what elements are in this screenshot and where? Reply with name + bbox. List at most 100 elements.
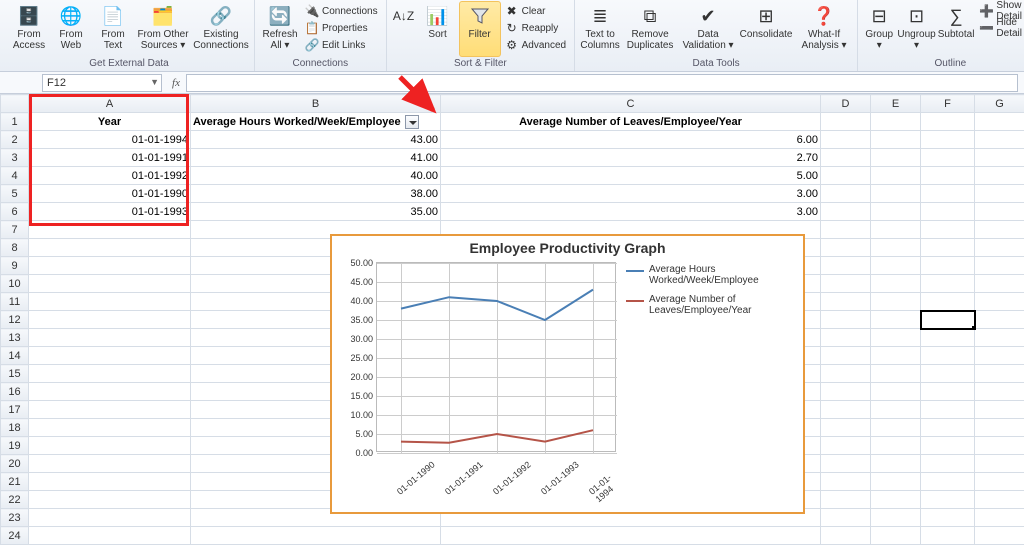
row-header-10[interactable]: 10	[1, 275, 29, 293]
col-header-A[interactable]: A	[29, 95, 191, 113]
clear-filter-button[interactable]: ✖Clear	[501, 3, 570, 19]
col-header-C[interactable]: C	[441, 95, 821, 113]
row-header-21[interactable]: 21	[1, 473, 29, 491]
cell-F12-selected[interactable]	[921, 311, 975, 329]
data-validation-button[interactable]: ✔Data Validation ▾	[679, 1, 737, 57]
cell-A6[interactable]: 01-01-1993	[29, 203, 191, 221]
cell-C4[interactable]: 5.00	[441, 167, 821, 185]
row-header-2[interactable]: 2	[1, 131, 29, 149]
row-header-16[interactable]: 16	[1, 383, 29, 401]
group-label: Sort & Filter	[454, 57, 507, 71]
cell-C1[interactable]: Average Number of Leaves/Employee/Year	[441, 113, 821, 131]
row-header-4[interactable]: 4	[1, 167, 29, 185]
ungroup-button[interactable]: ⊡Ungroup ▾	[896, 1, 936, 57]
row-header-23[interactable]: 23	[1, 509, 29, 527]
edit-links-button[interactable]: 🔗Edit Links	[301, 37, 382, 53]
cell-C2[interactable]: 6.00	[441, 131, 821, 149]
cell-A3[interactable]: 01-01-1991	[29, 149, 191, 167]
ribbon-group-sort-filter: A↓Z 📊Sort Filter ✖Clear ↻Reapply ⚙Advanc…	[387, 0, 575, 71]
from-text-button[interactable]: 📄From Text	[92, 1, 134, 57]
embedded-chart[interactable]: Employee Productivity Graph 0.005.0010.0…	[330, 234, 805, 514]
row-header-5[interactable]: 5	[1, 185, 29, 203]
row-header-17[interactable]: 17	[1, 401, 29, 419]
ungroup-icon: ⊡	[905, 4, 929, 28]
cell-D1[interactable]	[821, 113, 871, 131]
sort-button[interactable]: 📊Sort	[417, 1, 459, 57]
hide-detail-button[interactable]: ➖Hide Detail	[975, 20, 1024, 36]
group-label: Get External Data	[89, 57, 168, 71]
row-header-6[interactable]: 6	[1, 203, 29, 221]
cell-C5[interactable]: 3.00	[441, 185, 821, 203]
chevron-down-icon[interactable]: ▼	[150, 77, 159, 87]
what-if-button[interactable]: ❓What-If Analysis ▾	[795, 1, 853, 57]
row-header-22[interactable]: 22	[1, 491, 29, 509]
funnel-icon	[468, 4, 492, 28]
col-header-F[interactable]: F	[921, 95, 975, 113]
cell-A5[interactable]: 01-01-1990	[29, 185, 191, 203]
sort-az-button[interactable]: A↓Z	[391, 1, 417, 57]
row-header-18[interactable]: 18	[1, 419, 29, 437]
from-other-sources-button[interactable]: 🗂️From Other Sources ▾	[134, 1, 192, 57]
hide-detail-icon: ➖	[979, 21, 993, 35]
cell-E1[interactable]	[871, 113, 921, 131]
col-header-E[interactable]: E	[871, 95, 921, 113]
properties-button[interactable]: 📋Properties	[301, 20, 382, 36]
refresh-all-button[interactable]: 🔄Refresh All ▾	[259, 1, 301, 57]
cell-F1[interactable]	[921, 113, 975, 131]
existing-connections-button[interactable]: 🔗Existing Connections	[192, 1, 250, 57]
subtotal-button[interactable]: ∑Subtotal	[937, 1, 976, 57]
connections-button[interactable]: 🔌Connections	[301, 3, 382, 19]
row-header-13[interactable]: 13	[1, 329, 29, 347]
row-header-7[interactable]: 7	[1, 221, 29, 239]
col-header-G[interactable]: G	[975, 95, 1024, 113]
connections-icon: 🔌	[305, 4, 319, 18]
text-to-columns-button[interactable]: ≣Text to Columns	[579, 1, 621, 57]
cell-B3[interactable]: 41.00	[191, 149, 441, 167]
cell-A4[interactable]: 01-01-1992	[29, 167, 191, 185]
row-header-15[interactable]: 15	[1, 365, 29, 383]
select-all-corner[interactable]	[1, 95, 29, 113]
properties-icon: 📋	[305, 21, 319, 35]
chart-title: Employee Productivity Graph	[332, 236, 803, 258]
row-header-11[interactable]: 11	[1, 293, 29, 311]
advanced-icon: ⚙	[505, 38, 519, 52]
name-box[interactable]: F12 ▼	[42, 74, 162, 92]
cell-B1[interactable]: Average Hours Worked/Week/Employee	[191, 113, 441, 131]
ribbon-group-data-tools: ≣Text to Columns ⧉Remove Duplicates ✔Dat…	[575, 0, 858, 71]
connections-small-items: 🔌Connections 📋Properties 🔗Edit Links	[301, 1, 382, 53]
cell-B2[interactable]: 43.00	[191, 131, 441, 149]
cell-G1[interactable]	[975, 113, 1024, 131]
row-header-9[interactable]: 9	[1, 257, 29, 275]
from-access-button[interactable]: 🗄️From Access	[8, 1, 50, 57]
cell-C3[interactable]: 2.70	[441, 149, 821, 167]
col-header-B[interactable]: B	[191, 95, 441, 113]
filter-dropdown-B[interactable]	[405, 115, 419, 129]
col-header-D[interactable]: D	[821, 95, 871, 113]
reapply-button[interactable]: ↻Reapply	[501, 20, 570, 36]
row-header-24[interactable]: 24	[1, 527, 29, 545]
remove-duplicates-button[interactable]: ⧉Remove Duplicates	[621, 1, 679, 57]
group-label: Outline	[935, 57, 967, 71]
cell-C6[interactable]: 3.00	[441, 203, 821, 221]
row-header-3[interactable]: 3	[1, 149, 29, 167]
cell-A2[interactable]: 01-01-1994	[29, 131, 191, 149]
filter-button[interactable]: Filter	[459, 1, 501, 57]
formula-bar-input[interactable]	[186, 74, 1018, 92]
fx-icon[interactable]: fx	[166, 77, 186, 89]
cell-B6[interactable]: 35.00	[191, 203, 441, 221]
filter-small-items: ✖Clear ↻Reapply ⚙Advanced	[501, 1, 570, 53]
consolidate-button[interactable]: ⊞Consolidate	[737, 1, 795, 57]
row-header-1[interactable]: 1	[1, 113, 29, 131]
cell-A1[interactable]: Year	[29, 113, 191, 131]
row-header-19[interactable]: 19	[1, 437, 29, 455]
advanced-filter-button[interactable]: ⚙Advanced	[501, 37, 570, 53]
row-header-14[interactable]: 14	[1, 347, 29, 365]
from-web-button[interactable]: 🌐From Web	[50, 1, 92, 57]
cell-B5[interactable]: 38.00	[191, 185, 441, 203]
row-header-12[interactable]: 12	[1, 311, 29, 329]
group-icon: ⊟	[867, 4, 891, 28]
cell-B4[interactable]: 40.00	[191, 167, 441, 185]
row-header-8[interactable]: 8	[1, 239, 29, 257]
group-button[interactable]: ⊟Group ▾	[862, 1, 896, 57]
row-header-20[interactable]: 20	[1, 455, 29, 473]
